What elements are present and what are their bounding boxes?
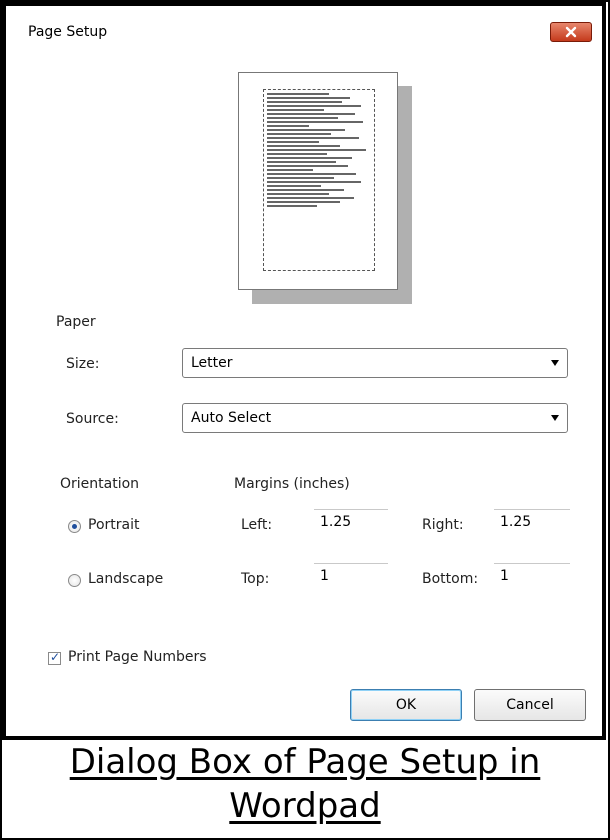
preview-text-line bbox=[267, 137, 359, 139]
landscape-label[interactable]: Landscape bbox=[88, 571, 163, 587]
preview-text-line bbox=[267, 157, 353, 159]
preview-text-line bbox=[267, 153, 328, 155]
preview-text-line bbox=[267, 117, 338, 119]
preview-text-line bbox=[267, 181, 361, 183]
preview-text-line bbox=[267, 101, 342, 103]
preview-text-line bbox=[267, 121, 363, 123]
bottom-margin-field[interactable]: 1 bbox=[494, 563, 570, 591]
preview-text-line bbox=[267, 189, 344, 191]
title-bar: Page Setup bbox=[6, 6, 602, 56]
source-select[interactable]: Auto Select bbox=[182, 403, 568, 433]
bottom-margin-label: Bottom: bbox=[422, 571, 479, 587]
size-select-value: Letter bbox=[191, 355, 233, 371]
preview-text-line bbox=[267, 169, 313, 171]
page-setup-dialog: Page Setup Paper Size: Letter Source: Au… bbox=[2, 2, 606, 740]
preview-text-line bbox=[267, 161, 336, 163]
left-margin-label: Left: bbox=[241, 517, 273, 533]
preview-text-line bbox=[267, 129, 345, 131]
close-icon bbox=[565, 26, 577, 38]
right-margin-label: Right: bbox=[422, 517, 464, 533]
preview-text-line bbox=[267, 97, 351, 99]
screenshot-frame: Page Setup Paper Size: Letter Source: Au… bbox=[0, 0, 610, 840]
preview-text-line bbox=[267, 145, 340, 147]
image-caption: Dialog Box of Page Setup in Wordpad bbox=[2, 740, 608, 828]
cancel-button[interactable]: Cancel bbox=[474, 689, 586, 721]
size-select[interactable]: Letter bbox=[182, 348, 568, 378]
caption-line-1: Dialog Box of Page Setup in bbox=[69, 742, 541, 782]
ok-button[interactable]: OK bbox=[350, 689, 462, 721]
preview-text-line bbox=[267, 177, 334, 179]
top-margin-label: Top: bbox=[241, 571, 270, 587]
right-margin-value: 1.25 bbox=[500, 514, 532, 530]
preview-text-line bbox=[267, 93, 330, 95]
page-preview bbox=[238, 72, 412, 304]
landscape-radio[interactable] bbox=[68, 574, 81, 587]
margins-group-label: Margins (inches) bbox=[234, 476, 350, 492]
orientation-group-label: Orientation bbox=[60, 476, 140, 492]
preview-text-line bbox=[267, 141, 319, 143]
preview-text-line bbox=[267, 185, 322, 187]
checkmark-icon: ✓ bbox=[50, 650, 61, 664]
page-preview-margins bbox=[263, 89, 375, 271]
preview-text-line bbox=[267, 105, 361, 107]
preview-text-line bbox=[267, 113, 356, 115]
chevron-down-icon bbox=[551, 415, 559, 421]
left-margin-field[interactable]: 1.25 bbox=[314, 509, 388, 537]
preview-text-line bbox=[267, 201, 340, 203]
dialog-title: Page Setup bbox=[28, 24, 108, 40]
preview-text-line bbox=[267, 197, 355, 199]
preview-text-line bbox=[267, 133, 332, 135]
size-label: Size: bbox=[66, 356, 100, 372]
preview-text-line bbox=[267, 193, 330, 195]
left-margin-value: 1.25 bbox=[320, 514, 352, 530]
top-margin-value: 1 bbox=[320, 568, 329, 584]
preview-text-line bbox=[267, 149, 366, 151]
print-page-numbers-label[interactable]: Print Page Numbers bbox=[68, 649, 207, 665]
portrait-label[interactable]: Portrait bbox=[88, 517, 139, 533]
preview-text-line bbox=[267, 173, 357, 175]
preview-text-line bbox=[267, 165, 349, 167]
bottom-margin-value: 1 bbox=[500, 568, 509, 584]
source-select-value: Auto Select bbox=[191, 410, 272, 426]
chevron-down-icon bbox=[551, 360, 559, 366]
source-label: Source: bbox=[66, 411, 119, 427]
page-preview-text bbox=[267, 93, 371, 209]
preview-text-line bbox=[267, 125, 309, 127]
right-margin-field[interactable]: 1.25 bbox=[494, 509, 570, 537]
top-margin-field[interactable]: 1 bbox=[314, 563, 388, 591]
close-button[interactable] bbox=[550, 22, 592, 42]
print-page-numbers-checkbox[interactable]: ✓ bbox=[48, 650, 61, 665]
preview-text-line bbox=[267, 205, 317, 207]
paper-group-label: Paper bbox=[56, 314, 96, 330]
page-preview-sheet bbox=[238, 72, 398, 290]
portrait-radio[interactable] bbox=[68, 520, 81, 533]
preview-text-line bbox=[267, 109, 325, 111]
caption-line-2: Wordpad bbox=[229, 786, 381, 826]
